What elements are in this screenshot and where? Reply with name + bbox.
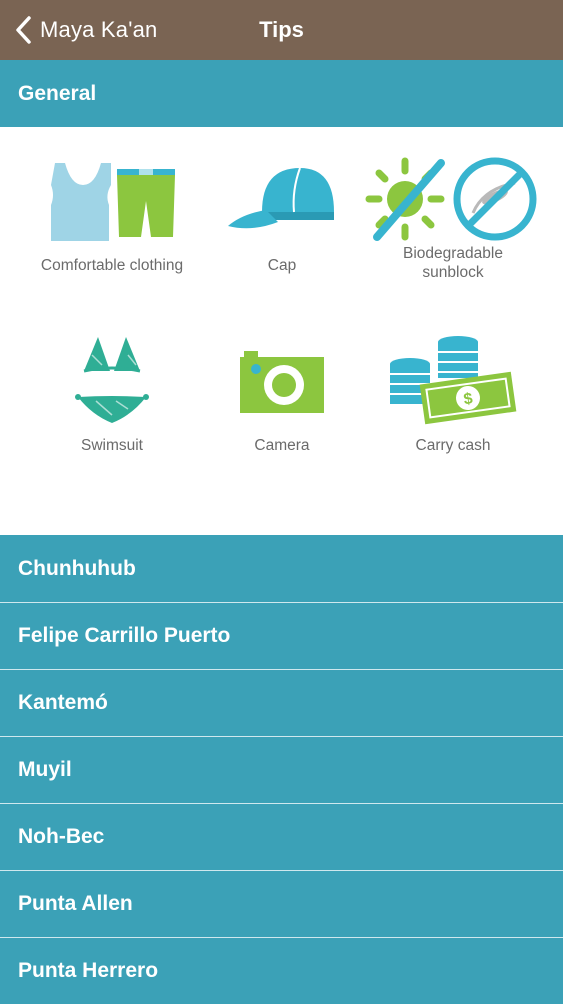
- cap-icon: [222, 160, 342, 245]
- tip-label: Comfortable clothing: [40, 257, 184, 274]
- swimsuit-icon: [72, 335, 152, 430]
- destination-list: Chunhuhub Felipe Carrillo Puerto Kantemó…: [0, 535, 563, 1004]
- tips-grid: Comfortable clothing Cap Biodegradable s…: [0, 127, 563, 535]
- tip-cap[interactable]: Cap: [188, 152, 376, 275]
- cash-icon: $: [388, 334, 518, 431]
- chevron-left-icon: [14, 15, 32, 45]
- tip-swimsuit[interactable]: Swimsuit: [18, 332, 206, 455]
- section-header-general: General: [0, 60, 563, 127]
- list-item-punta-allen[interactable]: Punta Allen: [0, 870, 563, 937]
- navigation-bar: Maya Ka'an Tips: [0, 0, 563, 60]
- tip-biodegradable-sunblock[interactable]: Biodegradable sunblock: [358, 152, 548, 282]
- back-button-label: Maya Ka'an: [40, 17, 158, 42]
- list-item-noh-bec[interactable]: Noh-Bec: [0, 803, 563, 870]
- tip-label: Swimsuit: [80, 437, 143, 454]
- tip-camera[interactable]: Camera: [188, 332, 376, 455]
- tip-label: Cap: [267, 257, 297, 274]
- list-item-kantemo[interactable]: Kantemó: [0, 669, 563, 736]
- tip-carry-cash[interactable]: $ Carry cash: [358, 332, 548, 455]
- list-item-chunhuhub[interactable]: Chunhuhub: [0, 535, 563, 602]
- list-item-muyil[interactable]: Muyil: [0, 736, 563, 803]
- sunblock-mosquito-icon: [365, 155, 541, 250]
- tip-comfortable-clothing[interactable]: Comfortable clothing: [18, 152, 206, 275]
- tip-label: Biodegradable sunblock: [403, 245, 503, 281]
- camera-icon: [240, 345, 324, 420]
- list-item-felipe-carrillo-puerto[interactable]: Felipe Carrillo Puerto: [0, 602, 563, 669]
- tip-label: Carry cash: [415, 437, 491, 454]
- back-button[interactable]: Maya Ka'an: [0, 0, 158, 60]
- clothing-icon: [47, 155, 177, 250]
- list-item-punta-herrero[interactable]: Punta Herrero: [0, 937, 563, 1004]
- tip-label: Camera: [254, 437, 310, 454]
